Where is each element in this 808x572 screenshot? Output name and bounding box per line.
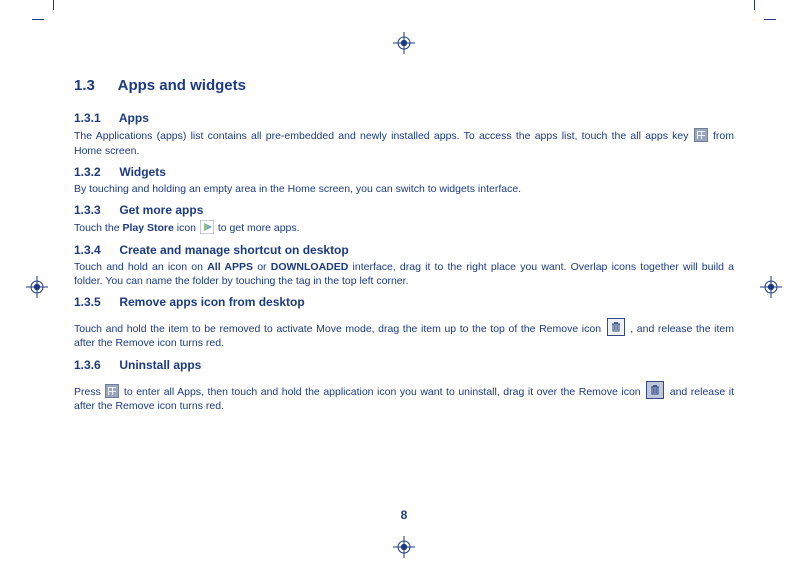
page-number: 8: [0, 508, 808, 522]
crop-mark-top-right: [748, 6, 768, 26]
content-area: 1.3 Apps and widgets 1.3.1 Apps The Appl…: [74, 76, 734, 417]
all-apps-grid-icon: [694, 128, 708, 142]
subsection-title-text: Create and manage shortcut on desktop: [119, 243, 348, 257]
subsection-number: 1.3.3: [74, 202, 116, 218]
all-apps-grid-icon: [105, 384, 119, 398]
paragraph-get-more-apps: Touch the Play Store icon to get more ap…: [74, 220, 734, 235]
section-number: 1.3: [74, 76, 114, 96]
subsection-number: 1.3.1: [74, 110, 116, 126]
section-title-text: Apps and widgets: [118, 77, 246, 94]
paragraph-create-shortcut: Touch and hold an icon on All APPS or DO…: [74, 260, 734, 288]
subsection-heading-remove-apps: 1.3.5 Remove apps icon from desktop: [74, 294, 734, 310]
registration-mark-left: [26, 276, 48, 298]
subsection-heading-widgets: 1.3.2 Widgets: [74, 164, 734, 180]
subsection-heading-create-shortcut: 1.3.4 Create and manage shortcut on desk…: [74, 242, 734, 258]
trash-icon: [607, 318, 625, 336]
subsection-title-text: Apps: [119, 111, 149, 125]
paragraph-widgets: By touching and holding an empty area in…: [74, 182, 734, 196]
subsection-number: 1.3.4: [74, 242, 116, 258]
subsection-title-text: Remove apps icon from desktop: [119, 295, 304, 309]
subsection-heading-get-more-apps: 1.3.3 Get more apps: [74, 202, 734, 218]
paragraph-uninstall-apps: Press to enter all Apps, then touch and …: [74, 381, 734, 413]
trash-icon: [646, 381, 664, 399]
subsection-title-text: Get more apps: [119, 203, 203, 217]
play-store-icon: [200, 220, 214, 234]
manual-page: 1.3 Apps and widgets 1.3.1 Apps The Appl…: [0, 0, 808, 572]
subsection-number: 1.3.2: [74, 164, 116, 180]
subsection-title-text: Widgets: [119, 165, 166, 179]
subsection-heading-apps: 1.3.1 Apps: [74, 110, 734, 126]
crop-mark-top-left: [40, 6, 60, 26]
paragraph-apps: The Applications (apps) list contains al…: [74, 128, 734, 157]
subsection-heading-uninstall-apps: 1.3.6 Uninstall apps: [74, 357, 734, 373]
subsection-number: 1.3.5: [74, 294, 116, 310]
registration-mark-right: [760, 276, 782, 298]
subsection-number: 1.3.6: [74, 357, 116, 373]
paragraph-remove-apps: Touch and hold the item to be removed to…: [74, 318, 734, 350]
section-heading: 1.3 Apps and widgets: [74, 76, 734, 96]
registration-mark-top: [393, 32, 415, 54]
registration-mark-bottom: [393, 536, 415, 558]
subsection-title-text: Uninstall apps: [119, 358, 201, 372]
